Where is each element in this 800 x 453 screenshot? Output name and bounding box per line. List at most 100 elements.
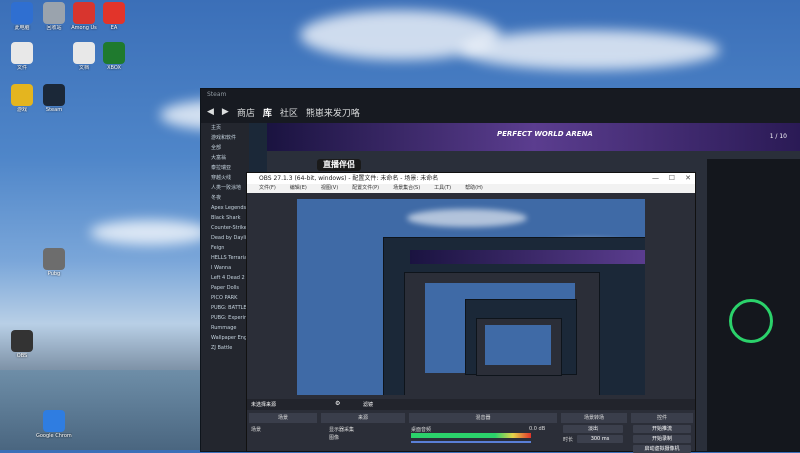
library-item[interactable]: PUBG: Experimental: [201, 313, 249, 323]
preview-obs: [404, 272, 600, 395]
back-icon[interactable]: ◀: [207, 107, 214, 117]
banner-title: PERFECT WORLD ARENA: [497, 130, 593, 138]
library-item[interactable]: Feign: [201, 243, 249, 253]
filter-button[interactable]: 滤镜: [363, 401, 373, 408]
transition-select[interactable]: 淡出: [563, 425, 623, 433]
volume-meter: [411, 433, 531, 438]
event-banner[interactable]: PERFECT WORLD ARENA 1 / 10: [267, 123, 800, 151]
no-source-label: 未选择来源: [251, 402, 277, 408]
library-item[interactable]: PICO PARK: [201, 293, 249, 303]
obs-menu-item[interactable]: 文件(F): [259, 184, 276, 193]
start-stream-button[interactable]: 开始推流: [633, 425, 691, 433]
start-record-button[interactable]: 开始录制: [633, 435, 691, 443]
library-item[interactable]: 穿越火线: [201, 173, 249, 183]
nav-store[interactable]: 商店: [237, 106, 255, 119]
nav-community[interactable]: 社区: [280, 106, 298, 119]
library-item[interactable]: Wallpaper Engine: [201, 333, 249, 343]
library-item[interactable]: 人类一败涂地: [201, 183, 249, 193]
library-item[interactable]: Counter-Strike: [201, 223, 249, 233]
minimize-icon[interactable]: —: [652, 173, 659, 184]
desktop-icon[interactable]: 文档: [66, 42, 102, 71]
desktop-icon[interactable]: Google Chrome: [36, 410, 72, 439]
desktop-icon[interactable]: Pubg: [36, 248, 72, 277]
desktop-icon[interactable]: 此电脑: [4, 2, 40, 31]
duration-input[interactable]: 300 ms: [577, 435, 623, 443]
source-item-image[interactable]: 图像: [329, 434, 339, 441]
steam-title: Steam: [207, 91, 227, 98]
desktop-icon[interactable]: Steam: [36, 84, 72, 113]
app-icon: [73, 2, 95, 24]
status-ring: [729, 299, 773, 343]
library-item[interactable]: 冬夜: [201, 193, 249, 203]
library-item[interactable]: 游戏和软件: [201, 133, 249, 143]
desktop-icon-label: 游戏: [16, 107, 27, 113]
obs-menu-item[interactable]: 场景集合(S): [393, 184, 420, 193]
right-panel: [707, 159, 800, 451]
desktop-icon-label: 文档: [78, 65, 89, 71]
scene-header: 场景: [249, 413, 317, 423]
app-icon: [11, 84, 33, 106]
obs-menu-item[interactable]: 配置文件(P): [352, 184, 379, 193]
close-icon[interactable]: ✕: [685, 173, 691, 184]
library-item[interactable]: ZJ Battle: [201, 343, 249, 353]
library-item[interactable]: 泰拉瑞亚: [201, 163, 249, 173]
gear-icon[interactable]: ⚙: [335, 400, 340, 407]
obs-menu-bar: 文件(F) 编辑(E) 视图(V) 配置文件(P) 场景集合(S) 工具(T) 帮助(H): [247, 184, 695, 193]
desktop-icon-label: 此电脑: [14, 25, 30, 31]
source-toolbar: 未选择来源 ⚙ 滤镜: [247, 399, 695, 410]
mixer-level: 0.0 dB: [529, 426, 546, 432]
maximize-icon[interactable]: ☐: [669, 173, 675, 184]
controls-header: 控件: [631, 413, 693, 423]
nav-library[interactable]: 库: [263, 106, 272, 119]
desktop-icon[interactable]: OBS: [4, 330, 40, 359]
library-item[interactable]: Apex Legends: [201, 203, 249, 213]
nav-profile[interactable]: 熊崽来发刀咯: [306, 106, 360, 119]
app-icon: [11, 330, 33, 352]
app-icon: [43, 84, 65, 106]
library-item[interactable]: I Wanna: [201, 263, 249, 273]
app-icon: [103, 42, 125, 64]
mixer-track-label: 桌面音频: [411, 427, 432, 433]
library-item[interactable]: Rummage: [201, 323, 249, 333]
obs-menu-item[interactable]: 工具(T): [434, 184, 451, 193]
app-icon: [11, 2, 33, 24]
desktop-icon-label: Pubg: [47, 271, 61, 277]
scene-item[interactable]: 场景: [251, 426, 261, 433]
library-item[interactable]: Black Shark: [201, 213, 249, 223]
desktop-icon-label: EA: [110, 25, 118, 31]
obs-dock: 场景 场景 来源 显示器采集 图像 混音器 桌面音频 0.0 dB 场景转场 淡…: [247, 413, 695, 453]
desktop-icon[interactable]: EA: [96, 2, 132, 31]
desktop-icon[interactable]: 游戏: [4, 84, 40, 113]
library-item[interactable]: Dead by Daylight: [201, 233, 249, 243]
library-item[interactable]: 全部: [201, 143, 249, 153]
library-item[interactable]: PUBG: BATTLEGROUNDS: [201, 303, 249, 313]
virtual-camera-button[interactable]: 启动虚拟摄像机: [633, 445, 691, 453]
obs-menu-item[interactable]: 视图(V): [321, 184, 338, 193]
preview-steam: [383, 237, 645, 395]
app-icon: [43, 410, 65, 432]
library-item[interactable]: Paper Dolls: [201, 283, 249, 293]
app-icon: [43, 248, 65, 270]
volume-slider[interactable]: [411, 441, 531, 443]
obs-window[interactable]: OBS 27.1.3 (64-bit, windows) - 配置文件: 未命名…: [246, 159, 696, 453]
obs-menu-item[interactable]: 编辑(E): [290, 184, 307, 193]
obs-menu-item[interactable]: 帮助(H): [465, 184, 483, 193]
library-item[interactable]: 大富翁: [201, 153, 249, 163]
desktop-icon[interactable]: 文件: [4, 42, 40, 71]
library-item[interactable]: HELLS Terraria: [201, 253, 249, 263]
obs-title-bar: OBS 27.1.3 (64-bit, windows) - 配置文件: 未命名…: [247, 173, 695, 184]
desktop-icon-label: 文件: [16, 65, 27, 71]
obs-preview: [297, 199, 645, 395]
obs-title: OBS 27.1.3 (64-bit, windows) - 配置文件: 未命名…: [259, 175, 439, 182]
app-icon: [43, 2, 65, 24]
mixer-header: 混音器: [409, 413, 557, 423]
library-item[interactable]: Left 4 Dead 2: [201, 273, 249, 283]
desktop-icon-label: Google Chrome: [36, 433, 72, 439]
live-companion-badge[interactable]: 直播伴侣: [317, 159, 361, 171]
library-item[interactable]: 主页: [201, 123, 249, 133]
page-indicator: 1 / 10: [769, 133, 787, 140]
source-item-display[interactable]: 显示器采集: [329, 426, 354, 433]
forward-icon[interactable]: ▶: [222, 107, 229, 117]
steam-top-bar: Steam: [201, 89, 800, 101]
duration-label: 时长: [563, 437, 574, 443]
